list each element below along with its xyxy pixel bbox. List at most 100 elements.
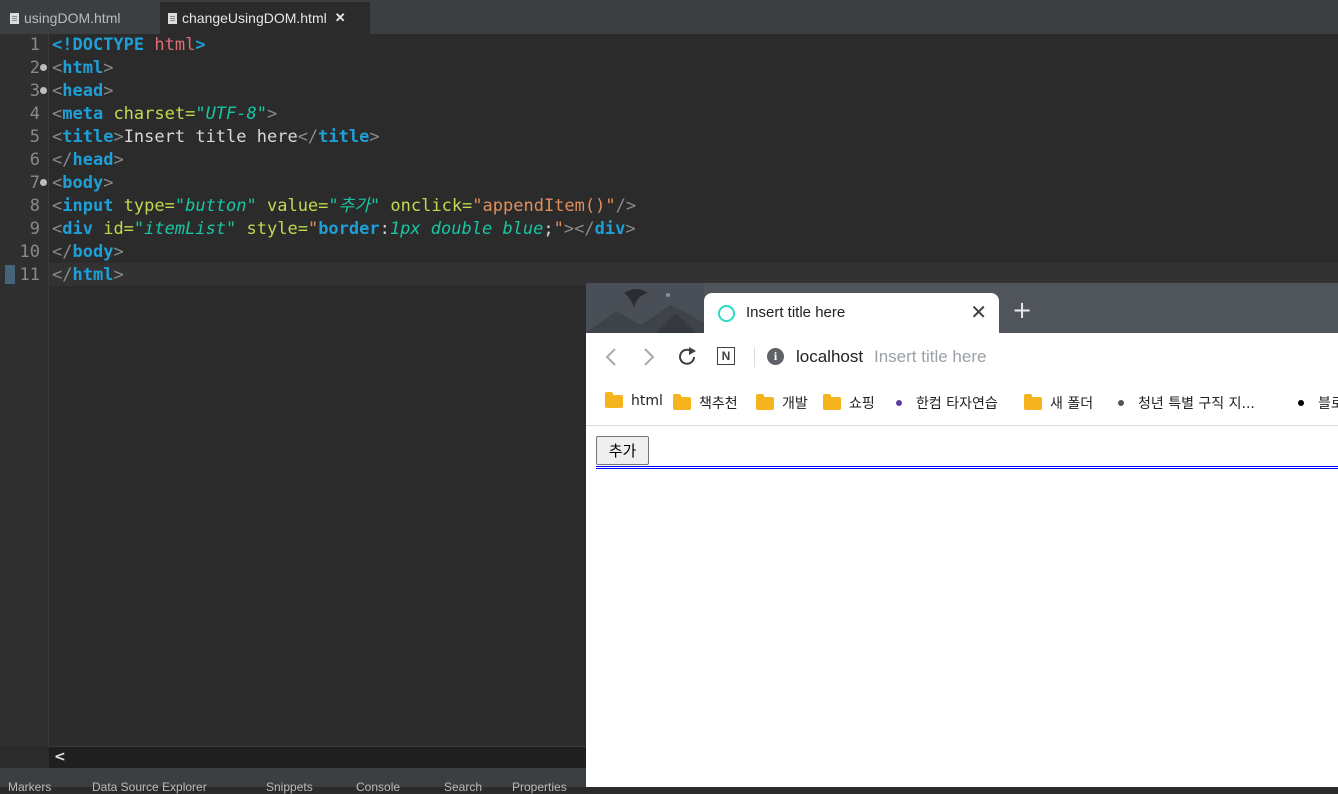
- line-number-gutter: 1 2 3 4 5 6 7 8 9 10 11: [0, 34, 49, 746]
- code-line[interactable]: </body>: [52, 241, 124, 264]
- add-item-button[interactable]: 추가: [596, 436, 649, 465]
- code-token: >: [103, 173, 114, 193]
- code-token: html: [154, 35, 196, 55]
- code-token: "appendItem()": [472, 196, 616, 216]
- close-tab-icon[interactable]: ✕: [335, 10, 346, 26]
- bookmark-folder-html[interactable]: html: [605, 391, 663, 409]
- bookmark-label: 쇼핑: [849, 396, 875, 412]
- code-token: <: [52, 58, 63, 78]
- bookmark-folder-dev[interactable]: 개발: [756, 393, 808, 413]
- bookmark-folder-new[interactable]: 새 폴더: [1024, 393, 1093, 413]
- editor-tab-changeusingdom[interactable]: changeUsingDOM.html ✕: [160, 2, 370, 34]
- view-tab-properties[interactable]: Properties: [512, 780, 567, 794]
- bookmark-label: html: [631, 393, 663, 409]
- bookmark-blog[interactable]: 블로: [1298, 393, 1338, 413]
- horizontal-scrollbar[interactable]: <: [49, 746, 586, 769]
- browser-tab-strip: Insert title here ✕ +: [586, 283, 1338, 333]
- code-token: "button": [174, 196, 267, 216]
- site-favicon-icon: [1298, 400, 1304, 406]
- code-token: div: [594, 219, 626, 239]
- line-number: 10: [19, 242, 40, 262]
- close-tab-icon[interactable]: ✕: [970, 300, 987, 324]
- fold-toggle-icon[interactable]: [40, 179, 47, 186]
- code-token: html: [72, 265, 114, 285]
- line-number: 8: [29, 196, 40, 216]
- line-number: 6: [29, 150, 40, 170]
- back-arrow-icon[interactable]: [604, 347, 618, 367]
- code-token: <: [52, 81, 63, 101]
- code-line[interactable]: <div id="itemList" style="border:1px dou…: [52, 218, 636, 241]
- bookmarks-bar: html 책추천 개발 쇼핑 한컴 타자연습 새 폴더 청년 특별 구직 지..…: [586, 381, 1338, 426]
- forward-arrow-icon[interactable]: [642, 347, 656, 367]
- extension-n-icon[interactable]: N: [717, 347, 735, 365]
- browser-tab[interactable]: Insert title here ✕: [704, 293, 999, 333]
- address-bar-host[interactable]: localhost: [796, 347, 863, 367]
- code-line[interactable]: </head>: [52, 149, 124, 172]
- bookmark-folder-shopping[interactable]: 쇼핑: [823, 393, 875, 413]
- item-list: [596, 466, 1338, 469]
- code-token: >: [113, 150, 124, 170]
- html-file-icon: [10, 12, 19, 24]
- code-token: "UTF-8": [195, 104, 267, 124]
- code-token: >: [195, 35, 206, 55]
- code-line[interactable]: <head>: [52, 80, 113, 103]
- reload-icon[interactable]: [677, 347, 699, 367]
- view-tab-search[interactable]: Search: [444, 780, 482, 794]
- view-tab-markers[interactable]: Markers: [8, 780, 51, 794]
- folder-icon: [1024, 393, 1042, 410]
- fold-toggle-icon[interactable]: [40, 87, 47, 94]
- bookmark-youth-job[interactable]: 청년 특별 구직 지...: [1118, 393, 1255, 413]
- bookmark-label: 새 폴더: [1050, 396, 1094, 412]
- editor-tab-bar: usingDOM.html changeUsingDOM.html ✕: [0, 0, 1338, 35]
- bookmark-label: 청년 특별 구직 지...: [1138, 396, 1255, 412]
- site-info-icon[interactable]: i: [767, 348, 784, 365]
- code-token: value=: [266, 196, 329, 216]
- code-token: </: [52, 265, 73, 285]
- code-token: "itemList": [133, 219, 247, 239]
- code-line[interactable]: <title>Insert title here</title>: [52, 126, 380, 149]
- code-line[interactable]: <input type="button" value="추가" onclick=…: [52, 195, 636, 218]
- view-tab-console[interactable]: Console: [356, 780, 400, 794]
- new-tab-icon[interactable]: +: [1012, 296, 1032, 324]
- page-content: 추가: [586, 426, 1338, 787]
- view-tab-snippets[interactable]: Snippets: [266, 780, 313, 794]
- bottom-view-tabs: Markers Data Source Explorer Snippets Co…: [0, 768, 586, 794]
- code-token: <: [52, 104, 63, 124]
- page-loading-icon: [718, 305, 735, 322]
- browser-toolbar: N i localhost Insert title here: [586, 333, 1338, 381]
- code-line[interactable]: <body>: [52, 172, 113, 195]
- code-token: <: [52, 127, 63, 147]
- line-number: 3: [29, 81, 40, 101]
- fold-toggle-icon[interactable]: [40, 64, 47, 71]
- code-token: div: [62, 219, 104, 239]
- code-token: head: [62, 81, 104, 101]
- code-token: ": [553, 219, 564, 239]
- code-line[interactable]: </html>: [52, 264, 124, 287]
- view-tab-data-source-explorer[interactable]: Data Source Explorer: [92, 780, 207, 794]
- folder-icon: [605, 391, 623, 408]
- editor-tab-usingdom[interactable]: usingDOM.html: [2, 2, 158, 34]
- code-line[interactable]: <html>: [52, 57, 113, 80]
- browser-window: Insert title here ✕ + N i localhost Inse…: [586, 283, 1338, 787]
- site-favicon-icon: [1118, 400, 1124, 406]
- code-token: head: [72, 150, 114, 170]
- code-token: <!DOCTYPE: [52, 35, 155, 55]
- code-token: border: [318, 219, 380, 239]
- bookmark-label: 책추천: [699, 396, 738, 412]
- code-line[interactable]: <!DOCTYPE html>: [52, 34, 206, 57]
- address-bar-page-title[interactable]: Insert title here: [874, 347, 986, 367]
- browser-tab-title: Insert title here: [746, 304, 846, 321]
- scroll-left-icon[interactable]: <: [54, 749, 66, 765]
- line-number: 9: [29, 219, 40, 239]
- bookmark-hancom-typing[interactable]: 한컴 타자연습: [896, 393, 998, 413]
- code-token: 1px double blue: [389, 219, 544, 239]
- code-token: >: [113, 265, 124, 285]
- code-token: charset=: [113, 104, 196, 124]
- browser-theme-artwork: [586, 283, 704, 333]
- line-number: 4: [29, 104, 40, 124]
- code-line[interactable]: <meta charset="UTF-8">: [52, 103, 277, 126]
- code-token: type=: [123, 196, 175, 216]
- toolbar-separator: [754, 347, 755, 367]
- line-number: 7: [29, 173, 40, 193]
- bookmark-folder-book[interactable]: 책추천: [673, 393, 738, 413]
